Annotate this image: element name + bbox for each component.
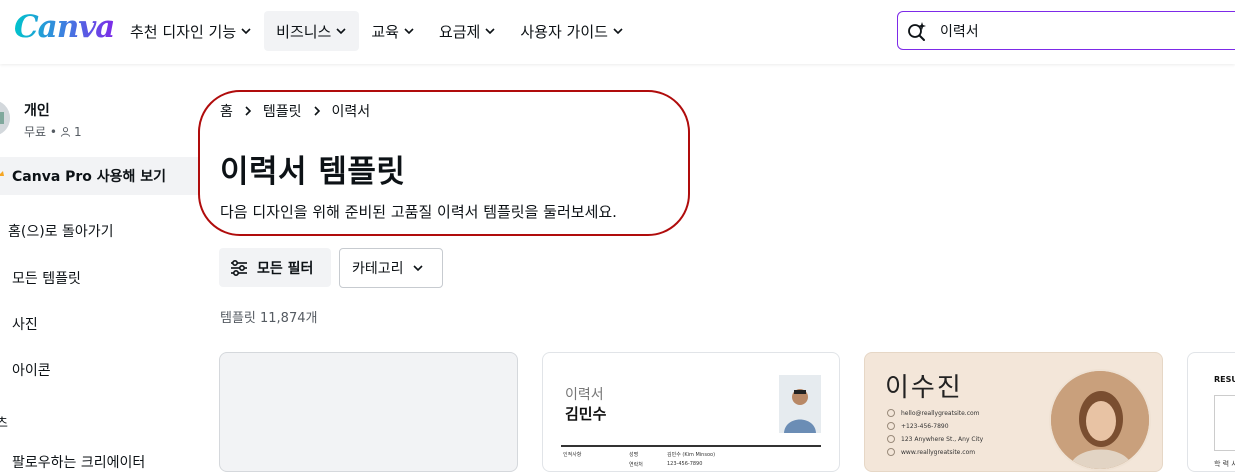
contact-text: www.reallygreatsite.com [901,448,976,456]
card-content-box [1214,395,1235,451]
search-input[interactable] [938,21,1222,40]
sidebar-item-followed-creators[interactable]: 팔로우하는 크리에이터 [12,452,145,472]
chevron-down-icon [485,28,495,35]
chevron-down-icon [241,28,251,35]
crown-icon [0,171,4,176]
person-photo-icon [779,375,821,433]
email-icon [887,409,895,417]
template-card[interactable] [219,352,518,472]
card-resume-title: RESU [1214,375,1235,384]
avatar-image-icon [0,100,10,136]
sliders-icon [231,259,247,276]
category-dropdown[interactable]: 카테고리 [339,248,443,288]
card-resume-label: 이력서 [565,387,604,403]
contact-line: +123-456-7890 [887,422,949,430]
nav-label: 교육 [371,22,399,41]
person-icon [60,127,71,137]
breadcrumb-current: 이력서 [331,104,371,120]
divider [561,445,821,447]
phone-icon [887,422,895,430]
nav-education[interactable]: 교육 [359,11,427,51]
profile-members: 1 [73,124,82,139]
link-icon [887,448,895,456]
profile-photo [1049,369,1151,471]
sidebar-item-all-templates[interactable]: 모든 템플릿 [12,268,81,288]
breadcrumb-home[interactable]: 홈 [220,101,233,121]
nav-label: 비즈니스 [276,22,332,41]
profile-photo [779,375,821,433]
contact-line: 123 Anywhere St., Any City [887,435,983,443]
sidebar-item-label: Canva Pro 사용해 보기 [12,169,167,185]
contact-text: 123 Anywhere St., Any City [901,435,984,443]
nav-label: 추천 디자인 기능 [130,22,237,41]
person-photo-icon [1051,371,1149,469]
template-card[interactable]: 이수진 hello@reallygreatsite.com +123-456-7… [864,352,1163,472]
page-title: 이력서 템플릿 [220,154,406,190]
all-filters-button[interactable]: 모든 필터 [219,248,331,287]
breadcrumb-templates[interactable]: 템플릿 [263,101,302,121]
chevron-down-icon [412,265,423,272]
nav-featured-design[interactable]: 추천 디자인 기능 [118,11,264,51]
template-card[interactable]: RESU 학 력 사 [1187,352,1235,472]
profile-meta: 무료 • 1 [24,123,82,140]
chevron-down-icon [613,28,623,35]
all-filters-label: 모든 필터 [257,260,314,277]
page-subtitle: 다음 디자인을 위해 준비된 고품질 이력서 템플릿을 둘러보세요. [220,203,617,221]
nav-business[interactable]: 비즈니스 [264,11,360,51]
sidebar-item-home[interactable]: 홈(으)로 돌아가기 [8,221,114,241]
contact-text: hello@reallygreatsite.com [901,409,980,417]
sidebar-item-try-pro[interactable]: Canva Pro 사용해 보기 [0,157,200,195]
contact-line: hello@reallygreatsite.com [887,409,980,417]
chevron-down-icon [404,28,414,35]
template-count: 템플릿 11,874개 [220,311,318,326]
row-field: 성명 [629,452,639,458]
search-box[interactable] [897,11,1235,50]
sidebar: 개인 무료 • 1 Canva Pro 사용해 보기 홈(으)로 돌아가기 모든… [0,64,200,471]
row-value: 123-456-7890 [667,461,703,467]
sidebar-section-label: 츠 [0,416,8,431]
row-key: 인적사항 [563,452,582,458]
row-value: 김민수 (Kim Minsoo) [667,452,716,458]
sidebar-item-photos[interactable]: 사진 [12,314,38,334]
top-navigation-bar: Canva 추천 디자인 기능 비즈니스 교육 요금제 사용자 가이드 [0,0,1235,64]
nav-pricing[interactable]: 요금제 [427,11,508,51]
contact-text: +123-456-7890 [901,422,949,430]
nav-label: 요금제 [438,22,481,41]
avatar[interactable] [0,100,10,136]
chevron-right-icon [245,106,252,116]
nav-label: 사용자 가이드 [520,22,608,41]
card-section-label: 학 력 사 [1214,460,1235,468]
canva-logo[interactable]: Canva [14,9,115,45]
breadcrumb: 홈 템플릿 이력서 [220,101,370,121]
profile-name: 개인 [24,103,50,119]
category-label: 카테고리 [352,261,404,277]
nav-user-guide[interactable]: 사용자 가이드 [508,11,636,51]
location-icon [887,435,895,443]
chevron-down-icon [336,28,346,35]
sidebar-item-icons[interactable]: 아이콘 [12,360,51,380]
main-nav: 추천 디자인 기능 비즈니스 교육 요금제 사용자 가이드 [118,11,636,51]
magic-search-icon [908,21,926,41]
chevron-right-icon [313,106,320,116]
contact-line: www.reallygreatsite.com [887,448,975,456]
card-resume-name: 김민수 [565,405,607,423]
profile-plan: 무료 • [24,125,57,139]
card-resume-name: 이수진 [885,373,963,403]
template-card[interactable]: 이력서 김민수 인적사항 성명 김민수 (Kim Minsoo) 연락처 123… [542,352,840,472]
